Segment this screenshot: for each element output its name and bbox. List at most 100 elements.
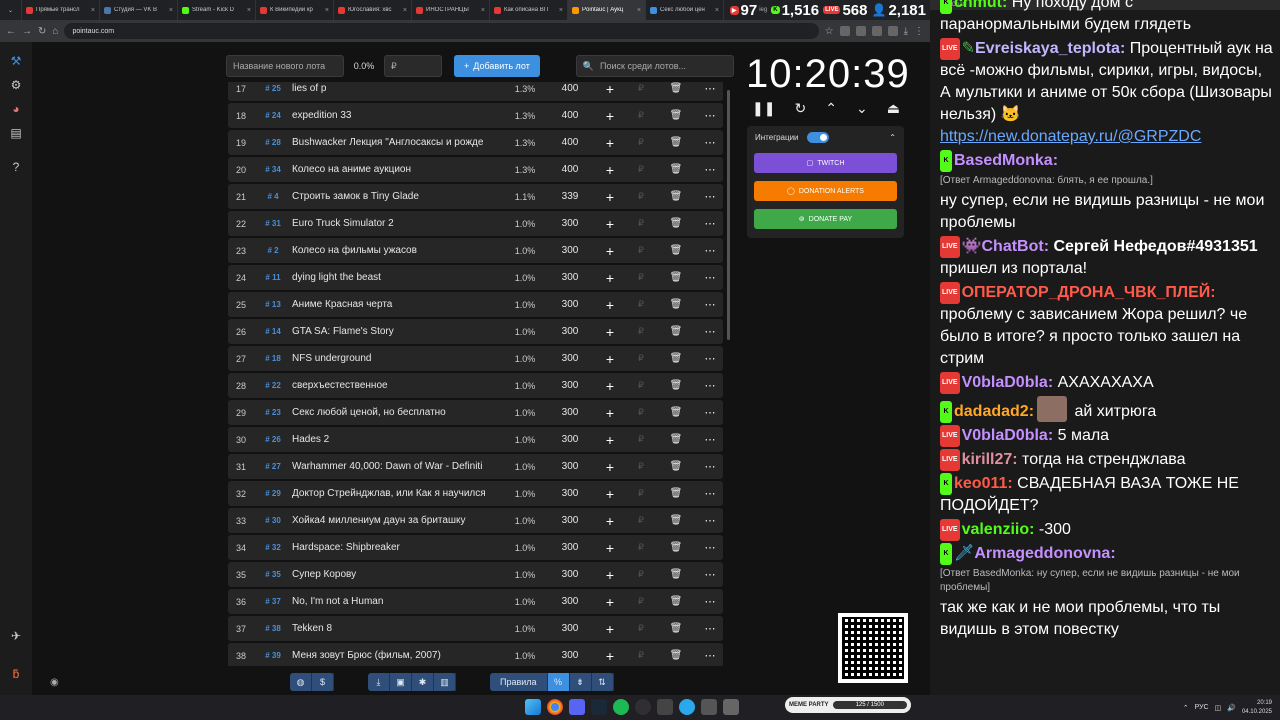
close-icon[interactable]: × — [247, 7, 251, 14]
reload-icon[interactable]: ↻ — [38, 26, 46, 37]
lot-row[interactable]: 21 # 4 Строить замок в Tiny Glade 1.1% 339 + ₽… — [228, 184, 723, 209]
chevron-up-icon[interactable]: ⌃ — [889, 133, 896, 142]
lot-id[interactable]: # 2 — [254, 246, 292, 255]
sort-icon[interactable]: ⇅ — [592, 673, 614, 691]
browser-tab[interactable]: Секс любой цен × — [646, 0, 724, 20]
ruble-input[interactable]: ₽ — [630, 461, 652, 472]
more-icon[interactable]: ⋯ — [700, 460, 720, 473]
ruble-input[interactable]: ₽ — [630, 137, 652, 148]
lot-name[interactable]: No, I'm not a Human — [292, 596, 500, 607]
tab-menu-button[interactable]: ⌄ — [0, 0, 22, 20]
download-icon[interactable]: ⤓ — [368, 673, 390, 691]
add-amount-icon[interactable]: + — [590, 270, 630, 286]
donate-pay-button[interactable]: ⊚ DONATE PAY — [754, 209, 897, 229]
ruble-input[interactable]: ₽ — [630, 191, 652, 202]
search-input[interactable]: 🔍 Поиск среди лотов... — [575, 55, 734, 77]
browser-tab[interactable]: Как описана ВП × — [490, 0, 568, 20]
ruble-input[interactable]: ₽ — [630, 434, 652, 445]
lot-name[interactable]: Tekken 8 — [292, 623, 500, 634]
add-amount-icon[interactable]: + — [590, 513, 630, 529]
chrome-icon[interactable] — [547, 699, 563, 715]
ruble-input[interactable]: ₽ — [630, 272, 652, 283]
discord-icon[interactable] — [569, 699, 585, 715]
lot-amount[interactable]: 300 — [550, 488, 590, 499]
rules-button[interactable]: Правила — [490, 673, 548, 691]
chevron-down-icon[interactable]: ⌄ — [856, 100, 868, 117]
close-icon[interactable]: × — [559, 7, 563, 14]
add-amount-icon[interactable]: + — [590, 297, 630, 313]
lot-amount[interactable]: 300 — [550, 218, 590, 229]
percent-icon[interactable]: % — [547, 673, 570, 691]
more-icon[interactable]: ⋯ — [700, 325, 720, 338]
ruble-input[interactable]: ₽ — [630, 353, 652, 364]
more-icon[interactable]: ⋯ — [700, 190, 720, 203]
download-icon[interactable]: ⤓ — [904, 26, 908, 37]
home-icon[interactable]: ⌂ — [52, 26, 58, 37]
trash-icon[interactable]: 🗑 — [652, 299, 700, 310]
lot-row[interactable]: 34 # 32 Hardspace: Shipbreaker 1.0% 300 + ₽ 🗑 ⋯ — [228, 535, 723, 560]
ruble-input[interactable]: ₽ — [630, 380, 652, 391]
more-icon[interactable]: ⋯ — [700, 487, 720, 500]
bookmark-star-icon[interactable]: ☆ — [825, 26, 834, 37]
lot-name[interactable]: Hades 2 — [292, 434, 500, 445]
trash-icon[interactable]: 🗑 — [652, 461, 700, 472]
lot-amount[interactable]: 339 — [550, 191, 590, 202]
lot-amount[interactable]: 300 — [550, 434, 590, 445]
add-amount-icon[interactable]: + — [590, 351, 630, 367]
amount-input[interactable]: ₽ — [384, 55, 442, 77]
trash-icon[interactable]: 🗑 — [652, 326, 700, 337]
close-icon[interactable]: × — [325, 7, 329, 14]
add-amount-icon[interactable]: + — [590, 567, 630, 583]
windows-start-icon[interactable] — [525, 699, 541, 715]
lot-row[interactable]: 23 # 2 Колесо на фильмы ужасов 1.0% 300 + ₽ 🗑 ⋯ — [228, 238, 723, 263]
trash-icon[interactable]: 🗑 — [652, 434, 700, 445]
lot-id[interactable]: # 27 — [254, 462, 292, 471]
lot-id[interactable]: # 23 — [254, 408, 292, 417]
add-amount-icon[interactable]: + — [590, 432, 630, 448]
trash-icon[interactable]: 🗑 — [652, 515, 700, 526]
lot-row[interactable]: 20 # 34 Колесо на аниме аукцион 1.3% 400 + ₽ 🗑 ⋯ — [228, 157, 723, 182]
lot-amount[interactable]: 300 — [550, 596, 590, 607]
add-amount-icon[interactable]: + — [590, 135, 630, 151]
lot-row[interactable]: 28 # 22 сверхъестественное 1.0% 300 + ₽ 🗑 ⋯ — [228, 373, 723, 398]
ruble-input[interactable]: ₽ — [630, 569, 652, 580]
lot-name[interactable]: GTA SA: Flame's Story — [292, 326, 500, 337]
lot-name[interactable]: Euro Truck Simulator 2 — [292, 218, 500, 229]
lot-id[interactable]: # 18 — [254, 354, 292, 363]
new-lot-input[interactable]: Название нового лота — [226, 55, 344, 77]
add-amount-icon[interactable]: + — [590, 378, 630, 394]
donate-link[interactable]: https://new.donatepay.ru/@GRPZDC — [940, 128, 1201, 145]
history-icon[interactable]: ▤ — [7, 124, 25, 142]
chevron-up-icon[interactable]: ⌃ — [825, 100, 837, 117]
more-icon[interactable]: ⋯ — [700, 217, 720, 230]
lot-id[interactable]: # 14 — [254, 327, 292, 336]
obs-icon[interactable] — [635, 699, 651, 715]
help-icon[interactable]: ? — [7, 158, 25, 176]
browser-tab[interactable]: К Википедии кр × — [256, 0, 334, 20]
lot-name[interactable]: NFS underground — [292, 353, 500, 364]
lot-name[interactable]: dying light the beast — [292, 272, 500, 283]
trash-icon[interactable]: 🗑 — [652, 380, 700, 391]
lot-row[interactable]: 24 # 11 dying light the beast 1.0% 300 + ₽ 🗑 ⋯ — [228, 265, 723, 290]
lot-name[interactable]: сверхъестественное — [292, 380, 500, 391]
close-icon[interactable]: × — [169, 7, 173, 14]
add-amount-icon[interactable]: + — [590, 594, 630, 610]
lot-row[interactable]: 18 # 24 expedition 33 1.3% 400 + ₽ 🗑 ⋯ — [228, 103, 723, 128]
close-icon[interactable]: × — [715, 7, 719, 14]
more-icon[interactable]: ⋯ — [700, 163, 720, 176]
trash-icon[interactable]: 🗑 — [652, 137, 700, 148]
telegram-icon[interactable] — [679, 699, 695, 715]
reset-icon[interactable]: ↻ — [794, 100, 806, 117]
list-scrollbar[interactable] — [727, 90, 730, 340]
chevron-up-icon[interactable]: ⌃ — [1183, 704, 1189, 712]
more-icon[interactable]: ⋯ — [700, 271, 720, 284]
lot-id[interactable]: # 24 — [254, 111, 292, 120]
ruble-input[interactable]: ₽ — [630, 83, 652, 94]
lot-amount[interactable]: 300 — [550, 461, 590, 472]
lot-id[interactable]: # 13 — [254, 300, 292, 309]
add-amount-icon[interactable]: + — [590, 459, 630, 475]
ruble-input[interactable]: ₽ — [630, 650, 652, 661]
add-amount-icon[interactable]: + — [590, 648, 630, 664]
lot-id[interactable]: # 26 — [254, 435, 292, 444]
browser-tab[interactable]: Прямые трансл × — [22, 0, 100, 20]
